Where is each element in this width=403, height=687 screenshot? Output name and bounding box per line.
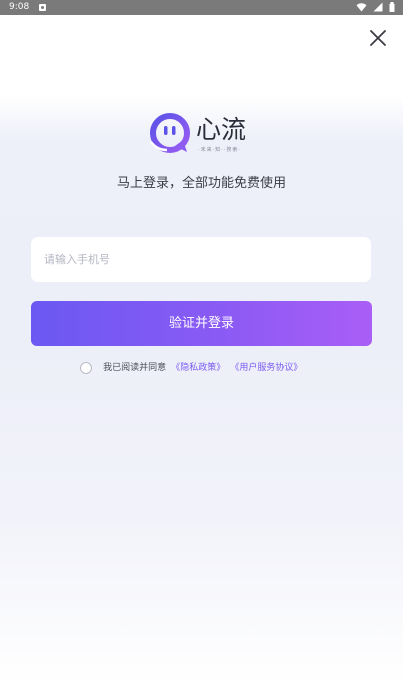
phone-input[interactable] [31, 237, 371, 282]
close-button[interactable] [367, 27, 389, 49]
status-bar: 9:08 [0, 0, 403, 15]
agree-checkbox[interactable] [80, 362, 92, 374]
app-logo: 心流 ·未来·知··搜索· [149, 112, 259, 156]
notification-icon [39, 4, 46, 11]
tagline: 马上登录，全部功能免费使用 [116, 176, 286, 191]
status-icons [353, 2, 395, 13]
verify-login-button[interactable]: 验证并登录 [31, 301, 372, 346]
signal-icon [373, 2, 383, 12]
terms-of-service-link[interactable]: 《用户服务协议》 [230, 362, 302, 375]
privacy-policy-link[interactable]: 《隐私政策》 [171, 362, 225, 375]
app-logo-icon [150, 113, 190, 153]
wifi-icon [356, 3, 367, 12]
agree-text: 我已阅读并同意 [103, 363, 167, 373]
agreement: 我已阅读并同意 《隐私政策》 《用户服务协议》 [80, 362, 302, 376]
battery-icon [389, 2, 395, 12]
close-icon [370, 30, 386, 46]
phone-field [31, 237, 371, 282]
app-name: 心流 [196, 115, 247, 144]
app-subtitle: ·未来·知··搜索· [198, 147, 241, 153]
status-time: 9:08 [9, 2, 30, 12]
